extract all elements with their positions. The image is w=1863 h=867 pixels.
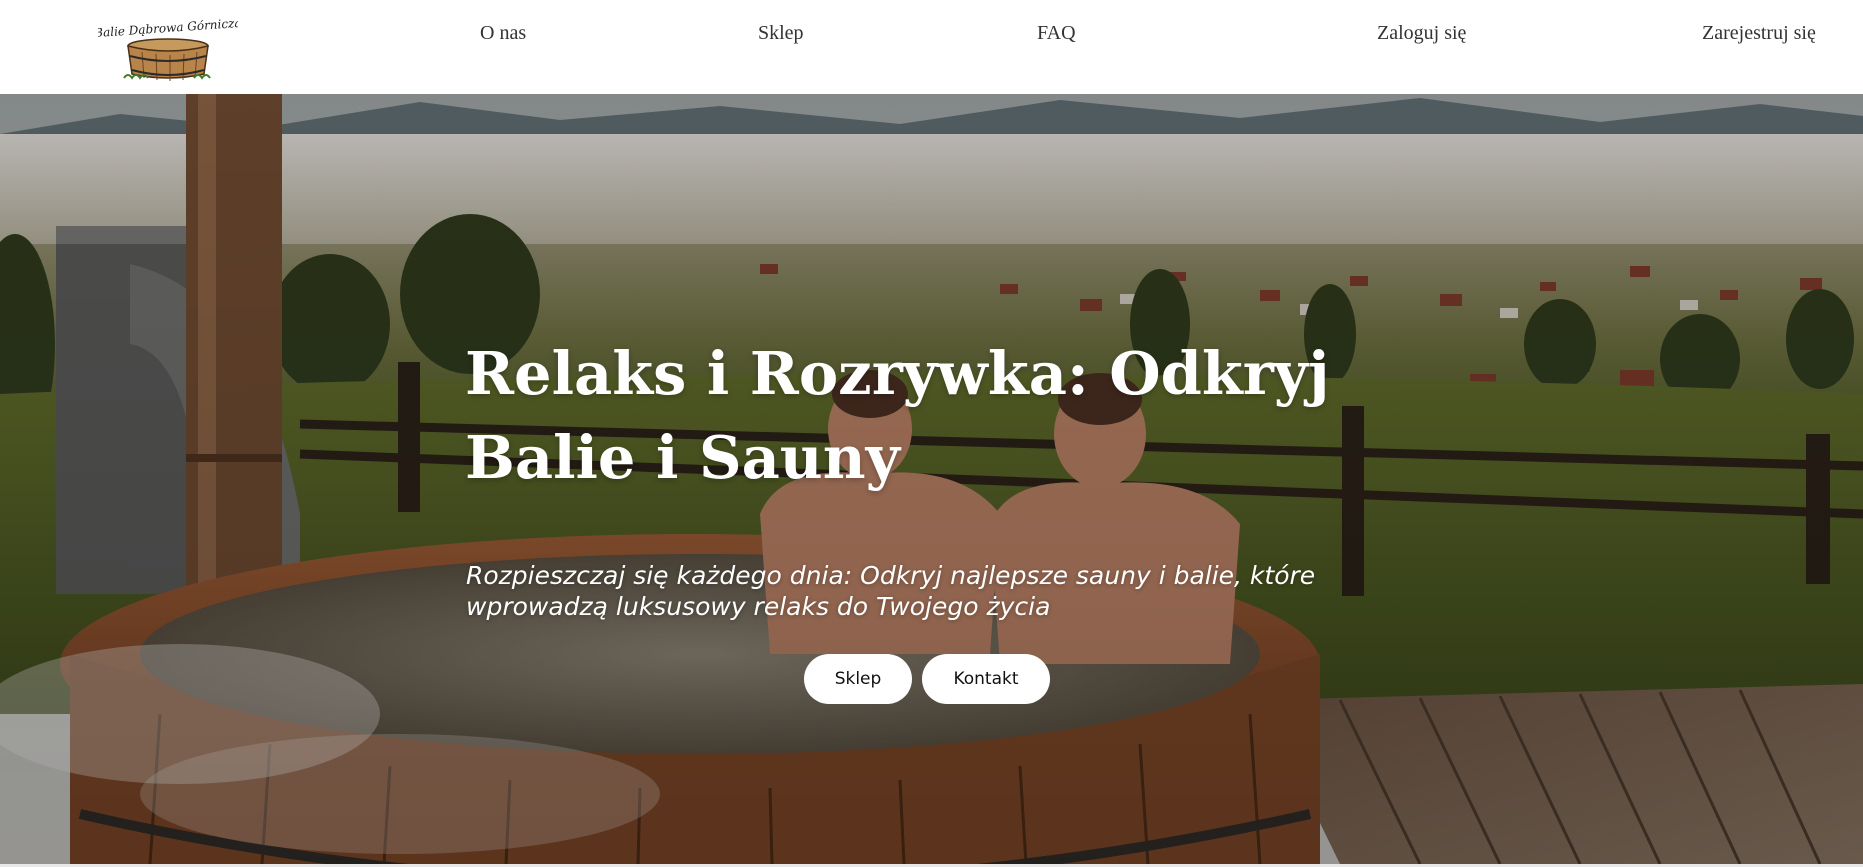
hero-section: Relaks i Rozrywka: Odkryj Balie i Sauny … <box>0 94 1863 864</box>
wooden-tub-logo-icon: Balie Dąbrowa Górnicza <box>98 16 238 81</box>
hero-subtitle: Rozpieszczaj się każdego dnia: Odkryj na… <box>466 561 1316 621</box>
logo-text: Balie Dąbrowa Górnicza <box>98 16 238 40</box>
nav-login-link[interactable]: Zaloguj się <box>1377 20 1466 46</box>
hero-title: Relaks i Rozrywka: Odkryj Balie i Sauny <box>465 339 1330 492</box>
nav-shop-link[interactable]: Sklep <box>758 20 804 46</box>
hero-shop-button[interactable]: Sklep <box>804 654 912 704</box>
nav-about-link[interactable]: O nas <box>480 20 526 46</box>
nav-faq-link[interactable]: FAQ <box>1037 20 1076 46</box>
logo[interactable]: Balie Dąbrowa Górnicza <box>98 10 238 82</box>
site-header: Balie Dąbrowa Górnicza O nas Sklep FAQ Z… <box>0 0 1863 94</box>
nav-register-link[interactable]: Zarejestruj się <box>1702 20 1816 46</box>
hero-contact-button[interactable]: Kontakt <box>922 654 1050 704</box>
